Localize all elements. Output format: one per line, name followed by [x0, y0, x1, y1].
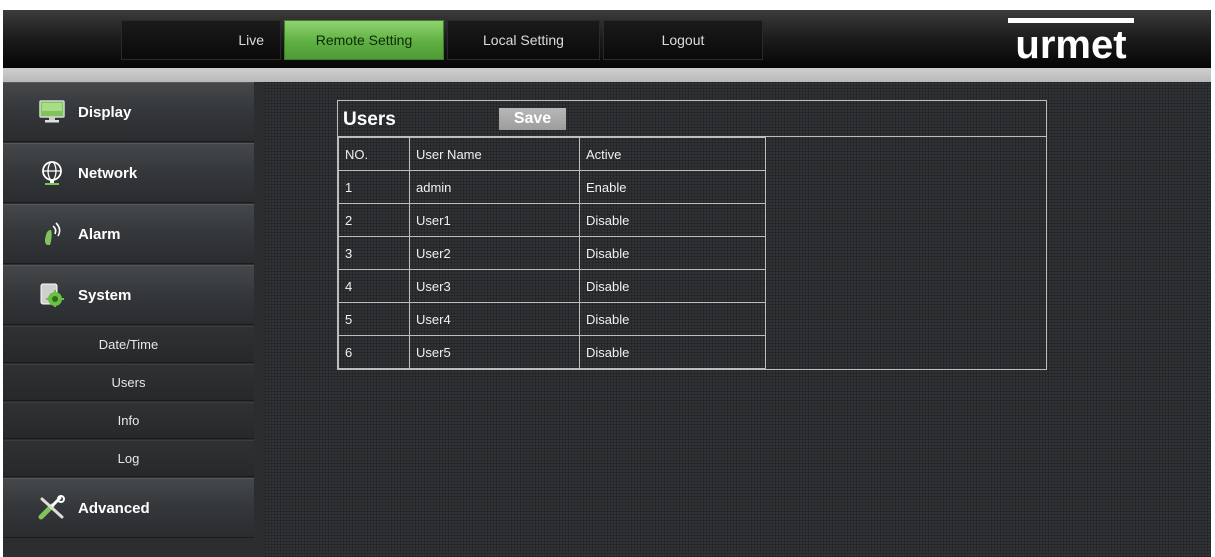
tools-icon — [38, 494, 66, 522]
cell-no: 5 — [338, 302, 410, 336]
cell-no: 3 — [338, 236, 410, 270]
tab-local-setting-label: Local Setting — [483, 32, 564, 48]
table-row[interactable]: 3 User2 Disable — [338, 236, 766, 270]
users-table: NO. User Name Active 1 admin Enable 2 Us… — [338, 137, 766, 369]
sidebar-item-display-label: Display — [78, 103, 132, 121]
table-row[interactable]: 1 admin Enable — [338, 170, 766, 204]
cell-active: Disable — [579, 236, 766, 270]
cell-no: 2 — [338, 203, 410, 237]
cell-user-name: User4 — [409, 302, 580, 336]
submenu-item-info[interactable]: Info — [3, 402, 254, 439]
sidebar-item-advanced-label: Advanced — [78, 499, 150, 517]
sidebar-item-network-label: Network — [78, 164, 138, 182]
cell-user-name: admin — [409, 170, 580, 204]
users-panel: Users Save NO. User Name Active 1 admin … — [337, 100, 1047, 370]
submenu-item-date-time-label: Date/Time — [98, 337, 159, 352]
header-user-name: User Name — [409, 137, 580, 171]
header-active: Active — [579, 137, 766, 171]
table-row[interactable]: 6 User5 Disable — [338, 335, 766, 369]
main-content: Users Save NO. User Name Active 1 admin … — [265, 82, 1211, 557]
system-gear-icon — [38, 281, 66, 309]
sidebar: Display Network Alarm System Date/Time U… — [3, 82, 265, 557]
top-nav-bar: Live Remote Setting Local Setting Logout… — [3, 10, 1211, 68]
cell-active: Enable — [579, 170, 766, 204]
cell-active: Disable — [579, 203, 766, 237]
submenu-item-log-label: Log — [117, 451, 140, 466]
sidebar-item-advanced[interactable]: Advanced — [3, 478, 254, 538]
tab-live[interactable]: Live — [121, 20, 281, 60]
submenu-item-log[interactable]: Log — [3, 440, 254, 477]
save-button[interactable]: Save — [499, 108, 566, 130]
cell-active: Disable — [579, 335, 766, 369]
sidebar-item-network[interactable]: Network — [3, 143, 254, 203]
table-row[interactable]: 5 User4 Disable — [338, 302, 766, 336]
cell-active: Disable — [579, 302, 766, 336]
cell-no: 4 — [338, 269, 410, 303]
logo-text: urmet — [1015, 23, 1126, 64]
monitor-icon — [38, 98, 66, 126]
alarm-icon — [38, 220, 66, 248]
sidebar-item-system[interactable]: System — [3, 265, 254, 325]
tab-local-setting[interactable]: Local Setting — [447, 20, 600, 60]
tab-logout[interactable]: Logout — [603, 20, 763, 60]
sidebar-item-display[interactable]: Display — [3, 82, 254, 142]
cell-user-name: User5 — [409, 335, 580, 369]
table-row[interactable]: 4 User3 Disable — [338, 269, 766, 303]
submenu-item-users[interactable]: Users — [3, 364, 254, 401]
submenu-item-date-time[interactable]: Date/Time — [3, 326, 254, 363]
submenu-item-users-label: Users — [111, 375, 146, 390]
cell-no: 1 — [338, 170, 410, 204]
tab-live-label: Live — [238, 32, 264, 48]
page-title: Users — [343, 109, 396, 130]
tab-remote-setting-label: Remote Setting — [315, 32, 413, 48]
table-row[interactable]: 2 User1 Disable — [338, 203, 766, 237]
cell-user-name: User1 — [409, 203, 580, 237]
urmet-logo: urmet — [1008, 12, 1134, 67]
table-header-row: NO. User Name Active — [338, 137, 766, 171]
cell-no: 6 — [338, 335, 410, 369]
cell-user-name: User2 — [409, 236, 580, 270]
users-panel-header: Users Save — [338, 101, 1046, 137]
sidebar-item-system-label: System — [78, 286, 132, 304]
globe-icon — [38, 159, 66, 187]
app-frame: Live Remote Setting Local Setting Logout… — [0, 0, 1215, 557]
header-no: NO. — [338, 137, 410, 171]
sidebar-item-alarm-label: Alarm — [78, 225, 121, 243]
cell-user-name: User3 — [409, 269, 580, 303]
header-divider-strip — [3, 68, 1211, 82]
submenu-item-info-label: Info — [117, 413, 140, 428]
tab-remote-setting[interactable]: Remote Setting — [284, 20, 444, 60]
cell-active: Disable — [579, 269, 766, 303]
sidebar-item-alarm[interactable]: Alarm — [3, 204, 254, 264]
tab-logout-label: Logout — [661, 32, 705, 48]
